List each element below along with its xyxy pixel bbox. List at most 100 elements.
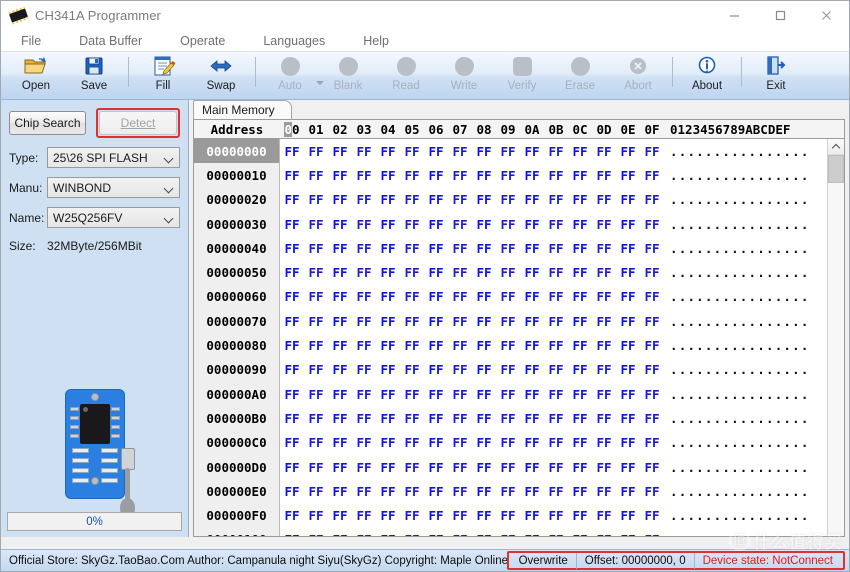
hex-byte-cell[interactable]: FF: [352, 289, 376, 304]
hex-ascii-cell[interactable]: ................: [664, 508, 819, 523]
hex-byte-cell[interactable]: FF: [640, 387, 664, 402]
hex-byte-cell[interactable]: FF: [496, 362, 520, 377]
hex-byte-cell[interactable]: FF: [376, 435, 400, 450]
hex-ascii-cell[interactable]: ................: [664, 484, 819, 499]
hex-byte-cell[interactable]: FF: [472, 362, 496, 377]
hex-byte-cell[interactable]: FF: [400, 460, 424, 475]
hex-byte-cell[interactable]: FF: [568, 362, 592, 377]
hex-byte-cell[interactable]: FF: [448, 362, 472, 377]
hex-byte-cell[interactable]: FF: [616, 460, 640, 475]
hex-byte-cell[interactable]: FF: [520, 387, 544, 402]
hex-byte-cell[interactable]: FF: [376, 338, 400, 353]
hex-byte-cell[interactable]: FF: [424, 217, 448, 232]
hex-byte-cell[interactable]: FF: [304, 265, 328, 280]
hex-byte-cell[interactable]: FF: [304, 508, 328, 523]
hex-byte-cell[interactable]: FF: [424, 192, 448, 207]
hex-byte-cell[interactable]: FF: [376, 241, 400, 256]
hex-byte-cell[interactable]: FF: [280, 241, 304, 256]
hex-byte-cell[interactable]: FF: [280, 362, 304, 377]
hex-byte-cell[interactable]: FF: [472, 338, 496, 353]
hex-byte-cell[interactable]: FF: [616, 435, 640, 450]
hex-byte-cell[interactable]: FF: [352, 532, 376, 536]
hex-ascii-cell[interactable]: ................: [664, 460, 819, 475]
tab-main-memory[interactable]: Main Memory: [193, 100, 292, 119]
hex-byte-cell[interactable]: FF: [472, 460, 496, 475]
hex-byte-cell[interactable]: FF: [448, 144, 472, 159]
hex-byte-cell[interactable]: FF: [400, 192, 424, 207]
hex-ascii-cell[interactable]: ................: [664, 192, 819, 207]
hex-byte-cell[interactable]: FF: [424, 314, 448, 329]
hex-byte-cell[interactable]: FF: [544, 241, 568, 256]
hex-byte-cell[interactable]: FF: [352, 314, 376, 329]
hex-byte-cell[interactable]: FF: [616, 411, 640, 426]
hex-byte-cell[interactable]: FF: [520, 338, 544, 353]
hex-byte-cell[interactable]: FF: [304, 289, 328, 304]
hex-byte-cell[interactable]: FF: [640, 362, 664, 377]
hex-ascii-cell[interactable]: ................: [664, 362, 819, 377]
hex-byte-cell[interactable]: FF: [376, 192, 400, 207]
hex-byte-cell[interactable]: FF: [592, 192, 616, 207]
hex-row[interactable]: 000000D0 FF FF FF FF FF FF FF FF FF FF FF FF FF FF FF FF…: [194, 454, 827, 480]
hex-byte-cell[interactable]: FF: [352, 362, 376, 377]
hex-byte-cell[interactable]: FF: [592, 265, 616, 280]
hex-byte-cell[interactable]: FF: [376, 168, 400, 183]
hex-byte-cell[interactable]: FF: [616, 241, 640, 256]
hex-byte-cell[interactable]: FF: [640, 508, 664, 523]
hex-byte-cell[interactable]: FF: [424, 460, 448, 475]
hex-byte-cell[interactable]: FF: [304, 241, 328, 256]
hex-byte-cell[interactable]: FF: [592, 314, 616, 329]
toolbar-fill[interactable]: Fill: [134, 52, 192, 98]
hex-byte-cell[interactable]: FF: [376, 289, 400, 304]
status-mode[interactable]: Overwrite: [511, 552, 577, 569]
hex-byte-cell[interactable]: FF: [568, 435, 592, 450]
hex-byte-cell[interactable]: FF: [280, 192, 304, 207]
hex-byte-cell[interactable]: FF: [592, 411, 616, 426]
hex-byte-cell[interactable]: FF: [472, 144, 496, 159]
hex-byte-cell[interactable]: FF: [376, 144, 400, 159]
hex-byte-cell[interactable]: FF: [376, 362, 400, 377]
hex-byte-cell[interactable]: FF: [568, 144, 592, 159]
hex-byte-cell[interactable]: FF: [568, 314, 592, 329]
hex-vertical-scrollbar[interactable]: [827, 139, 844, 536]
hex-row[interactable]: 000000F0 FF FF FF FF FF FF FF FF FF FF FF FF FF FF FF FF…: [194, 503, 827, 528]
hex-byte-cell[interactable]: FF: [592, 387, 616, 402]
hex-rows-container[interactable]: 00000000 FF FF FF FF FF FF FF FF FF FF FF FF FF FF FF FF…: [194, 139, 827, 536]
hex-byte-cell[interactable]: FF: [328, 144, 352, 159]
hex-byte-cell[interactable]: FF: [616, 265, 640, 280]
hex-byte-cell[interactable]: FF: [352, 387, 376, 402]
hex-byte-cell[interactable]: FF: [448, 338, 472, 353]
hex-byte-cell[interactable]: FF: [496, 144, 520, 159]
hex-byte-cell[interactable]: FF: [304, 362, 328, 377]
hex-byte-cell[interactable]: FF: [280, 508, 304, 523]
hex-byte-cell[interactable]: FF: [448, 265, 472, 280]
toolbar-write[interactable]: Write: [435, 52, 493, 98]
hex-byte-cell[interactable]: FF: [544, 144, 568, 159]
hex-byte-cell[interactable]: FF: [568, 241, 592, 256]
hex-byte-cell[interactable]: FF: [352, 192, 376, 207]
hex-byte-cell[interactable]: FF: [544, 435, 568, 450]
hex-byte-cell[interactable]: FF: [424, 265, 448, 280]
hex-byte-cell[interactable]: FF: [520, 484, 544, 499]
hex-byte-cell[interactable]: FF: [304, 217, 328, 232]
hex-byte-cell[interactable]: FF: [640, 435, 664, 450]
hex-byte-cell[interactable]: FF: [376, 217, 400, 232]
hex-byte-cell[interactable]: FF: [592, 338, 616, 353]
toolbar-blank[interactable]: Blank: [319, 52, 377, 98]
hex-byte-cell[interactable]: FF: [616, 314, 640, 329]
hex-byte-cell[interactable]: FF: [496, 168, 520, 183]
toolbar-about[interactable]: About: [678, 52, 736, 98]
scroll-up-button[interactable]: [828, 139, 844, 155]
hex-byte-cell[interactable]: FF: [328, 460, 352, 475]
hex-byte-cell[interactable]: FF: [280, 532, 304, 536]
hex-byte-cell[interactable]: FF: [472, 314, 496, 329]
hex-byte-cell[interactable]: FF: [280, 265, 304, 280]
hex-byte-cell[interactable]: FF: [424, 411, 448, 426]
hex-byte-cell[interactable]: FF: [304, 338, 328, 353]
hex-byte-cell[interactable]: FF: [496, 508, 520, 523]
hex-byte-cell[interactable]: FF: [496, 411, 520, 426]
hex-byte-cell[interactable]: FF: [568, 387, 592, 402]
hex-byte-cell[interactable]: FF: [448, 241, 472, 256]
hex-byte-cell[interactable]: FF: [328, 532, 352, 536]
hex-row[interactable]: 00000090 FF FF FF FF FF FF FF FF FF FF FF FF FF FF FF FF…: [194, 357, 827, 382]
hex-byte-cell[interactable]: FF: [304, 144, 328, 159]
